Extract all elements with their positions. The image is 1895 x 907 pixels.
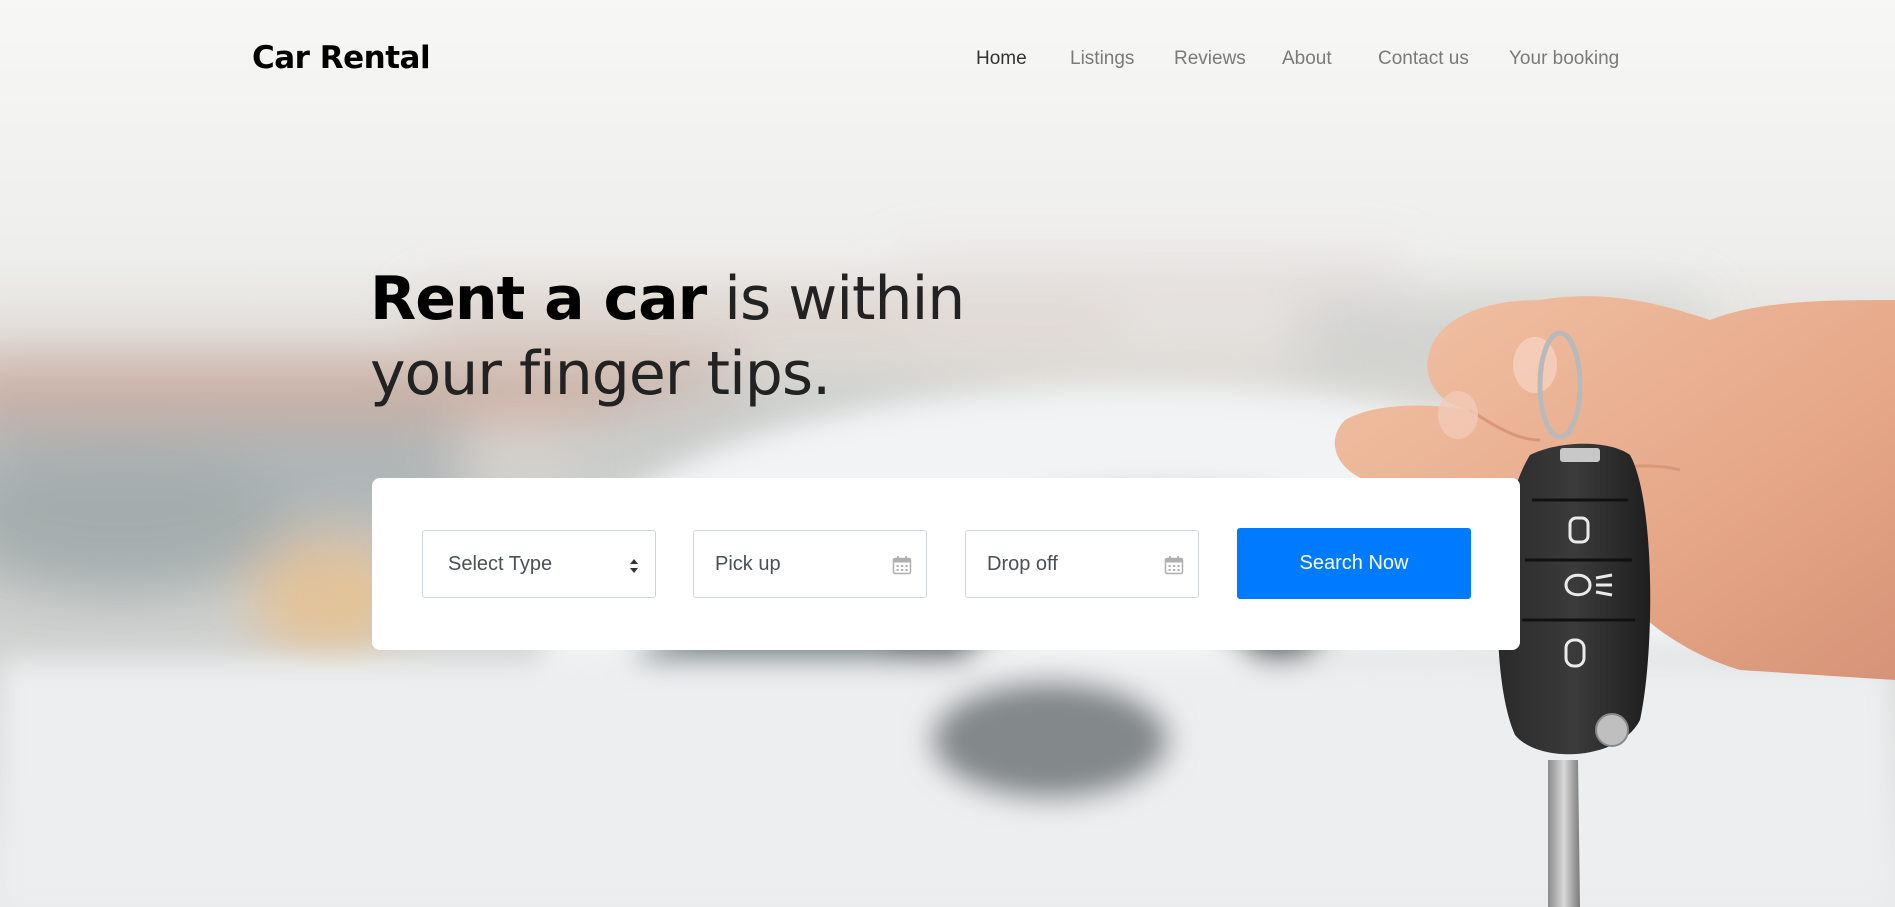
- main-nav: Home Listings Reviews About Contact us Y…: [0, 48, 1895, 78]
- nav-item-home[interactable]: Home: [976, 48, 1027, 70]
- nav-item-contact-us[interactable]: Contact us: [1378, 48, 1469, 70]
- pickup-date-placeholder: Pick up: [715, 552, 781, 575]
- pickup-date-input[interactable]: Pick up: [693, 530, 927, 598]
- nav-item-about[interactable]: About: [1282, 48, 1332, 70]
- hero-title-strong: Rent a car: [370, 264, 707, 334]
- hero-title: Rent a car is within your finger tips.: [370, 262, 965, 412]
- hero-title-line2: your finger tips.: [370, 339, 831, 409]
- hero-background-image: [0, 0, 1895, 907]
- calendar-icon: [892, 556, 912, 575]
- nav-item-your-booking[interactable]: Your booking: [1509, 48, 1619, 70]
- search-form: Select Type Pick up Drop off Search Now: [372, 478, 1520, 650]
- search-now-button[interactable]: Search Now: [1237, 528, 1471, 599]
- dropoff-date-input[interactable]: Drop off: [965, 530, 1199, 598]
- calendar-icon: [1164, 556, 1184, 575]
- select-arrows-icon: [630, 559, 638, 573]
- dropoff-date-placeholder: Drop off: [987, 552, 1058, 575]
- car-type-select[interactable]: Select Type: [422, 530, 656, 598]
- hero-title-rest: is within: [706, 264, 965, 334]
- car-type-select-value: Select Type: [448, 552, 553, 575]
- nav-item-listings[interactable]: Listings: [1070, 48, 1134, 70]
- nav-item-reviews[interactable]: Reviews: [1174, 48, 1246, 70]
